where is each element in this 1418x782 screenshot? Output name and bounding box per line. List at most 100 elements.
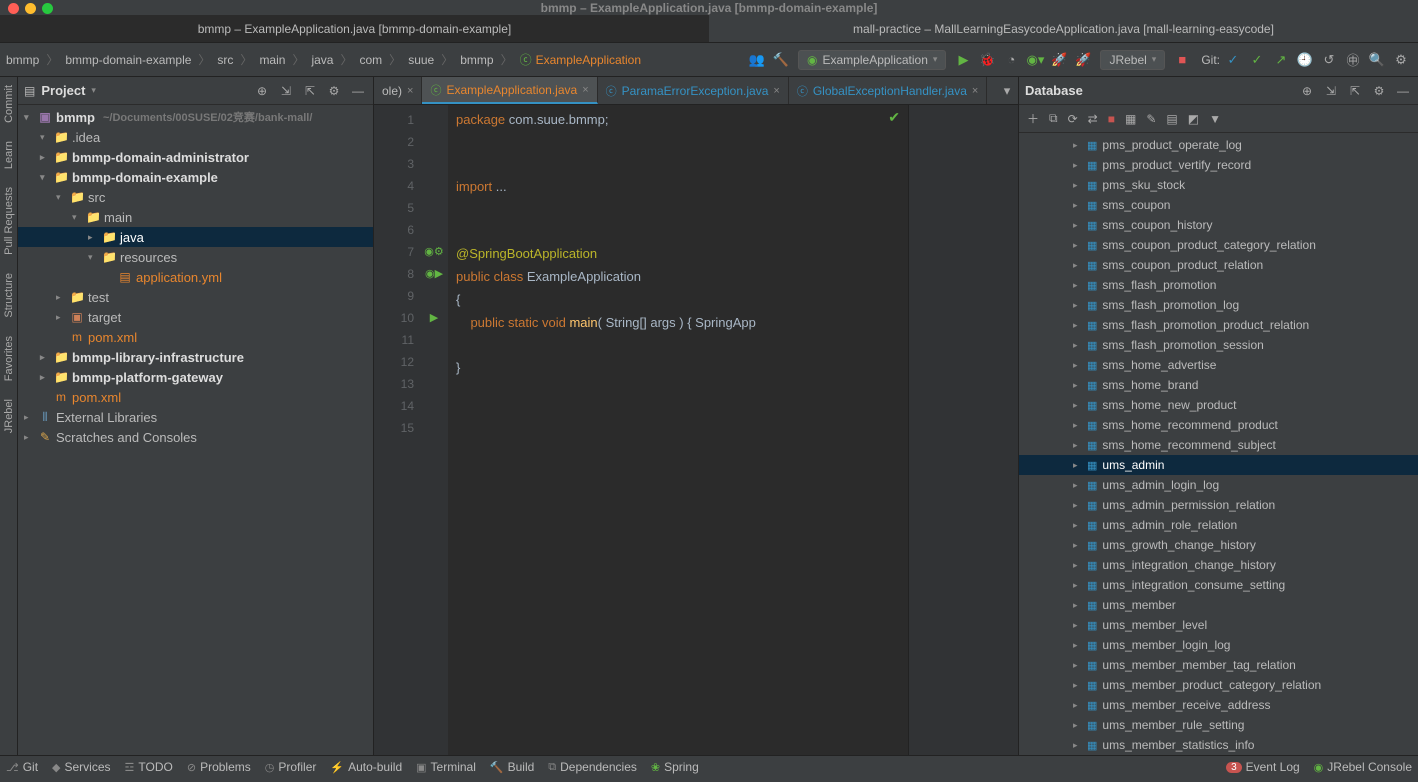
panel-minimize-icon[interactable]: — [1394, 84, 1412, 98]
db-table-row[interactable]: ▸▦ums_member_level [1019, 615, 1418, 635]
db-copy-icon[interactable]: ⧉ [1049, 111, 1058, 126]
locate-icon[interactable]: ⊕ [253, 84, 271, 98]
close-icon[interactable]: × [972, 85, 978, 97]
close-icon[interactable]: × [773, 85, 779, 97]
panel-minimize-icon[interactable]: — [349, 84, 367, 98]
db-table-row[interactable]: ▸▦sms_flash_promotion_product_relation [1019, 315, 1418, 335]
tree-item[interactable]: ▸▣target [18, 307, 373, 327]
tree-item[interactable]: ▾📁bmmp-domain-example [18, 167, 373, 187]
tree-item[interactable]: mpom.xml [18, 327, 373, 347]
tree-item[interactable]: ▸📁test [18, 287, 373, 307]
db-table-row[interactable]: ▸▦sms_home_recommend_product [1019, 415, 1418, 435]
db-table-row[interactable]: ▸▦sms_home_advertise [1019, 355, 1418, 375]
editor-tab[interactable]: ⓒGlobalExceptionHandler.java× [789, 77, 988, 104]
settings-icon[interactable]: ⚙ [1390, 49, 1412, 71]
jrebel-debug-icon[interactable]: 🚀 [1072, 49, 1094, 71]
code-with-me-icon[interactable]: 👥 [746, 49, 768, 71]
tool-services[interactable]: ◆Services [52, 760, 110, 774]
expand-icon[interactable]: ⇲ [1322, 84, 1340, 98]
jrebel-run-icon[interactable]: 🚀 [1048, 49, 1070, 71]
tool-tab-jrebel[interactable]: JRebel [3, 399, 15, 433]
db-table-row[interactable]: ▸▦pms_product_vertify_record [1019, 155, 1418, 175]
minimize-window-icon[interactable] [25, 3, 36, 14]
db-table-row[interactable]: ▸▦ums_member_receive_address [1019, 695, 1418, 715]
db-table-row[interactable]: ▸▦ums_admin_login_log [1019, 475, 1418, 495]
tool-spring[interactable]: ❀Spring [651, 760, 699, 774]
db-table-row[interactable]: ▸▦ums_integration_consume_setting [1019, 575, 1418, 595]
git-commit-icon[interactable]: ✓ [1246, 49, 1268, 71]
tool-dependencies[interactable]: ⧉Dependencies [548, 760, 637, 774]
close-icon[interactable]: × [582, 84, 588, 96]
tree-item[interactable]: ▾📁main [18, 207, 373, 227]
tool-tab-learn[interactable]: Learn [3, 141, 15, 169]
db-table-row[interactable]: ▸▦ums_integration_change_history [1019, 555, 1418, 575]
tool-autobuild[interactable]: ⚡Auto-build [330, 760, 402, 774]
panel-settings-icon[interactable]: ⚙ [325, 84, 343, 98]
run-gutter-icon[interactable]: ◉⚙ [420, 241, 448, 263]
panel-settings-icon[interactable]: ⚙ [1370, 84, 1388, 98]
tree-item[interactable]: ▾📁.idea [18, 127, 373, 147]
tree-item[interactable]: ▾📁src [18, 187, 373, 207]
editor-body[interactable]: 123456789101112131415 ◉⚙ ◉▶ ▶ package co… [374, 105, 1018, 755]
project-view-dropdown[interactable]: ▾ [91, 85, 96, 96]
db-table-row[interactable]: ▸▦ums_member_login_log [1019, 635, 1418, 655]
db-view-icon[interactable]: ◩ [1188, 112, 1199, 126]
project-root[interactable]: ▾▣ bmmp ~/Documents/00SUSE/02竞赛/bank-mal… [18, 107, 373, 127]
db-add-icon[interactable]: ＋ [1027, 110, 1039, 127]
db-table-row[interactable]: ▸▦sms_flash_promotion [1019, 275, 1418, 295]
project-window-tab[interactable]: bmmp – ExampleApplication.java [bmmp-dom… [0, 15, 709, 42]
editor-tab[interactable]: ⓒParamaErrorException.java× [598, 77, 789, 104]
db-table-row[interactable]: ▸▦pms_sku_stock [1019, 175, 1418, 195]
tree-item[interactable]: ▸📁bmmp-platform-gateway [18, 367, 373, 387]
db-table-row[interactable]: ▸▦ums_admin_permission_relation [1019, 495, 1418, 515]
tree-item[interactable]: ▸📁java [18, 227, 373, 247]
db-table-row[interactable]: ▸▦sms_coupon [1019, 195, 1418, 215]
git-push-icon[interactable]: ↗ [1270, 49, 1292, 71]
locate-icon[interactable]: ⊕ [1298, 84, 1316, 98]
tool-profiler[interactable]: ◷Profiler [265, 760, 317, 774]
db-table-row[interactable]: ▸▦ums_member_product_category_relation [1019, 675, 1418, 695]
tool-tab-favorites[interactable]: Favorites [3, 336, 15, 381]
collapse-all-icon[interactable]: ⇱ [301, 84, 319, 98]
tree-item[interactable]: mpom.xml [18, 387, 373, 407]
db-table-row[interactable]: ▸▦ums_admin_role_relation [1019, 515, 1418, 535]
build-icon[interactable]: 🔨 [770, 49, 792, 71]
project-window-tab[interactable]: mall-practice – MallLearningEasycodeAppl… [709, 15, 1418, 42]
db-table-row[interactable]: ▸▦sms_coupon_product_category_relation [1019, 235, 1418, 255]
translate-icon[interactable]: ㊥ [1342, 49, 1364, 71]
tree-item[interactable]: ▾📁resources [18, 247, 373, 267]
db-table-row[interactable]: ▸▦sms_home_new_product [1019, 395, 1418, 415]
scratches-consoles[interactable]: ▸✎ Scratches and Consoles [18, 427, 373, 447]
db-table-row[interactable]: ▸▦sms_home_recommend_subject [1019, 435, 1418, 455]
tree-item[interactable]: ▸📁bmmp-library-infrastructure [18, 347, 373, 367]
db-table-row[interactable]: ▸▦sms_home_brand [1019, 375, 1418, 395]
window-controls[interactable] [8, 2, 53, 14]
db-table-row[interactable]: ▸▦pms_product_operate_log [1019, 135, 1418, 155]
tool-tab-commit[interactable]: Commit [3, 85, 15, 123]
maximize-window-icon[interactable] [42, 3, 53, 14]
more-tabs-icon[interactable]: ▾ [996, 80, 1018, 102]
jrebel-selector[interactable]: JRebel▾ [1100, 50, 1165, 70]
db-table-row[interactable]: ▸▦ums_growth_change_history [1019, 535, 1418, 555]
project-tree[interactable]: ▾▣ bmmp ~/Documents/00SUSE/02竞赛/bank-mal… [18, 105, 373, 755]
breadcrumb[interactable]: bmmp〉 bmmp-domain-example〉 src〉 main〉 ja… [6, 51, 641, 68]
db-table-row[interactable]: ▸▦sms_flash_promotion_log [1019, 295, 1418, 315]
event-log-button[interactable]: 3Event Log [1226, 760, 1300, 774]
close-window-icon[interactable] [8, 3, 19, 14]
db-sync-icon[interactable]: ⇄ [1088, 112, 1098, 126]
coverage-icon[interactable]: ◔ [1000, 49, 1022, 71]
run-configuration-selector[interactable]: ◉ExampleApplication▾ [798, 50, 946, 70]
db-table-row[interactable]: ▸▦ums_member [1019, 595, 1418, 615]
tool-terminal[interactable]: ▣Terminal [416, 760, 476, 774]
search-icon[interactable]: 🔍 [1366, 49, 1388, 71]
database-tree[interactable]: ▸▦pms_product_operate_log▸▦pms_product_v… [1019, 133, 1418, 755]
db-table-row[interactable]: ▸▦sms_coupon_product_relation [1019, 255, 1418, 275]
db-table-row[interactable]: ▸▦ums_member_rule_setting [1019, 715, 1418, 735]
db-table-row[interactable]: ▸▦ums_admin [1019, 455, 1418, 475]
db-diagram-icon[interactable]: ▤ [1166, 112, 1177, 126]
db-table-row[interactable]: ▸▦ums_member_statistics_info [1019, 735, 1418, 755]
git-history-icon[interactable]: 🕘 [1294, 49, 1316, 71]
tool-problems[interactable]: ⊘Problems [187, 760, 251, 774]
collapse-icon[interactable]: ⇱ [1346, 84, 1364, 98]
git-update-icon[interactable]: ✓ [1222, 49, 1244, 71]
